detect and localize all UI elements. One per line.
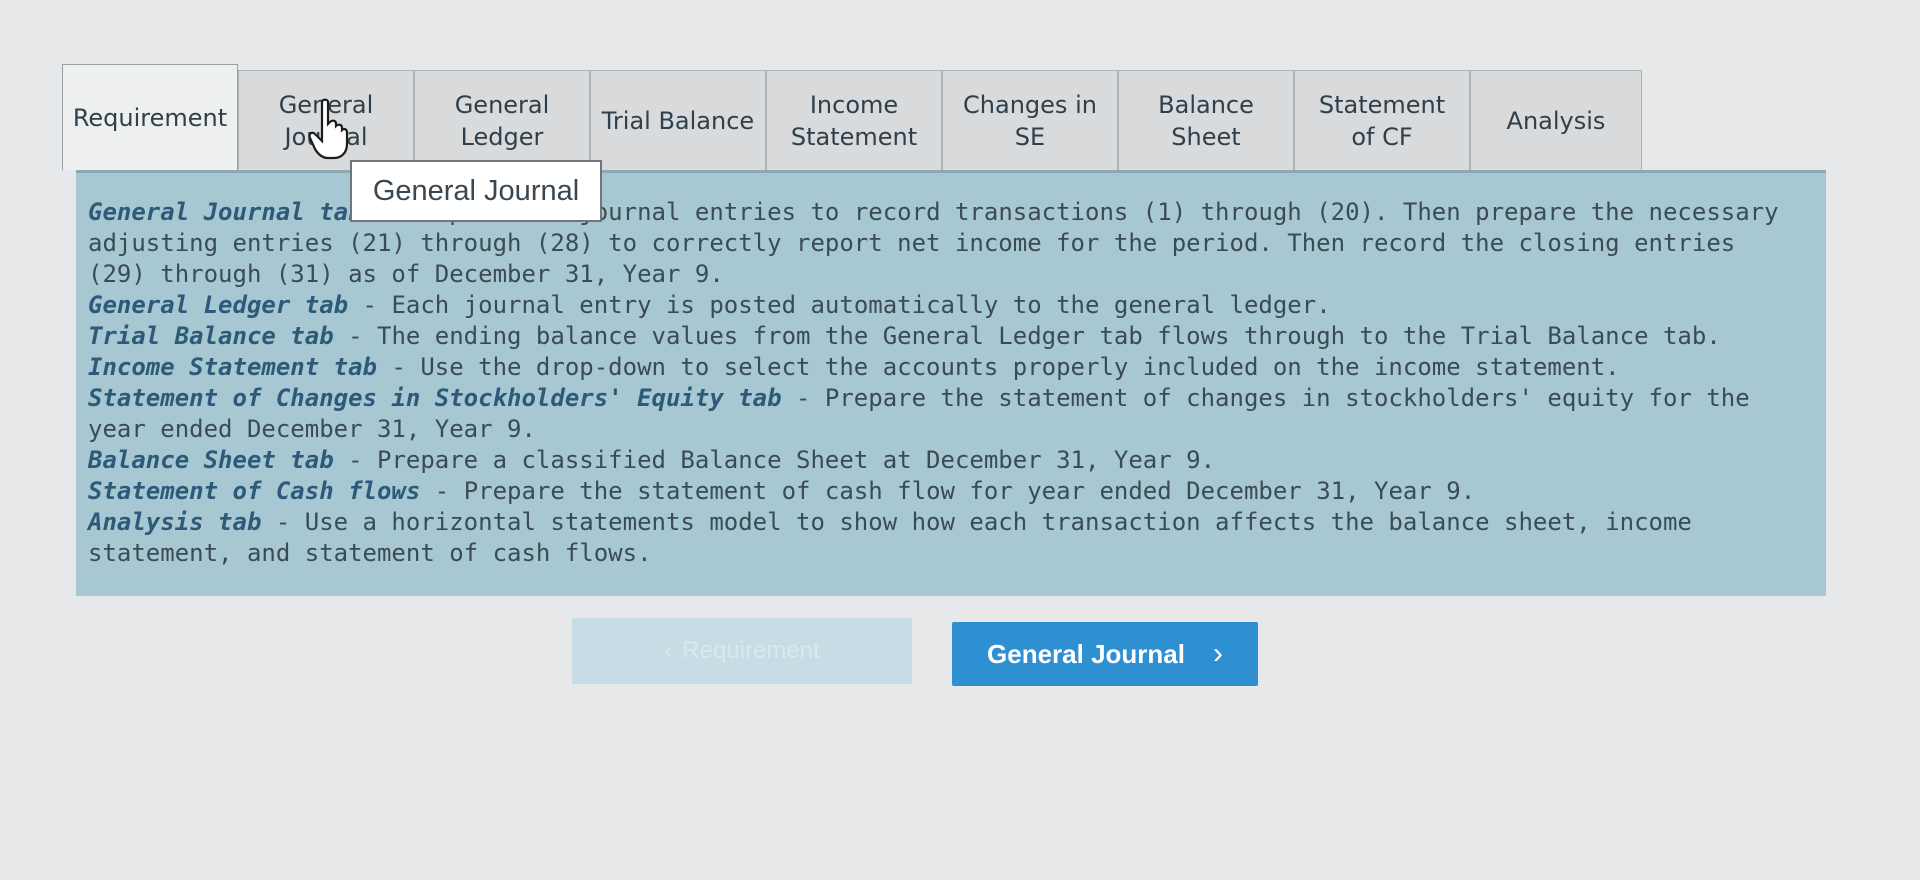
chevron-right-icon: › [1212, 637, 1223, 670]
tab-label: General Ledger [454, 90, 550, 151]
tab-label: Trial Balance [601, 106, 755, 135]
requirement-title: Balance Sheet tab [88, 446, 334, 474]
requirement-title: Statement of Changes in Stockholders' Eq… [88, 384, 782, 412]
requirements-panel: General Journal tab - Prepare the journa… [76, 170, 1826, 596]
tab-analysis[interactable]: Analysis [1470, 70, 1642, 170]
tab-changes-in-se[interactable]: Changes in SE [942, 70, 1118, 170]
requirement-text: - Use a horizontal statements model to s… [88, 508, 1692, 567]
tab-bar: Requirement General Journal General Ledg… [62, 64, 1642, 170]
tab-requirement[interactable]: Requirement [62, 64, 238, 170]
tab-label: Statement of CF [1318, 90, 1446, 151]
tab-balance-sheet[interactable]: Balance Sheet [1118, 70, 1294, 170]
tab-income-statement[interactable]: Income Statement [766, 70, 942, 170]
requirement-text: - The ending balance values from the Gen… [333, 322, 1721, 350]
requirement-text: - Prepare the statement of cash flow for… [420, 477, 1476, 505]
requirement-title: Trial Balance tab [88, 322, 334, 350]
requirement-item: Statement of Changes in Stockholders' Eq… [88, 383, 1802, 445]
requirement-item: General Journal tab - Prepare the journa… [88, 197, 1802, 290]
tab-label: Analysis [1506, 106, 1606, 135]
tab-label: Income Statement [790, 90, 918, 151]
tab-tooltip: General Journal [350, 160, 602, 222]
tab-general-ledger[interactable]: General Ledger [414, 70, 590, 170]
requirement-item: Income Statement tab - Use the drop-down… [88, 352, 1802, 383]
next-button-label: General Journal [987, 638, 1185, 669]
requirement-text: - Prepare a classified Balance Sheet at … [333, 446, 1216, 474]
requirement-item: Analysis tab - Use a horizontal statemen… [88, 507, 1802, 569]
tab-trial-balance[interactable]: Trial Balance [590, 70, 766, 170]
chevron-left-icon: ‹ [664, 637, 673, 664]
tab-label: Requirement [72, 103, 228, 132]
requirement-title: General Journal tab [88, 198, 363, 226]
requirement-title: Analysis tab [88, 508, 262, 536]
tab-label: Changes in SE [963, 90, 1097, 151]
previous-button-label: Requirement [682, 637, 820, 664]
requirement-item: General Ledger tab - Each journal entry … [88, 290, 1802, 321]
tab-statement-of-cf[interactable]: Statement of CF [1294, 70, 1470, 170]
hand-cursor-icon [308, 98, 348, 160]
requirement-item: Statement of Cash flows - Prepare the st… [88, 476, 1802, 507]
requirement-title: Income Statement tab [88, 353, 377, 381]
next-button[interactable]: General Journal › [952, 622, 1258, 686]
previous-button[interactable]: ‹ Requirement [572, 618, 912, 684]
requirement-text: - Each journal entry is posted automatic… [348, 291, 1331, 319]
requirement-title: General Ledger tab [88, 291, 349, 319]
requirement-item: Balance Sheet tab - Prepare a classified… [88, 445, 1802, 476]
requirement-text: - Use the drop-down to select the accoun… [376, 353, 1620, 381]
requirement-item: Trial Balance tab - The ending balance v… [88, 321, 1802, 352]
requirement-title: Statement of Cash flows [88, 477, 421, 505]
tab-label: Balance Sheet [1158, 90, 1254, 151]
